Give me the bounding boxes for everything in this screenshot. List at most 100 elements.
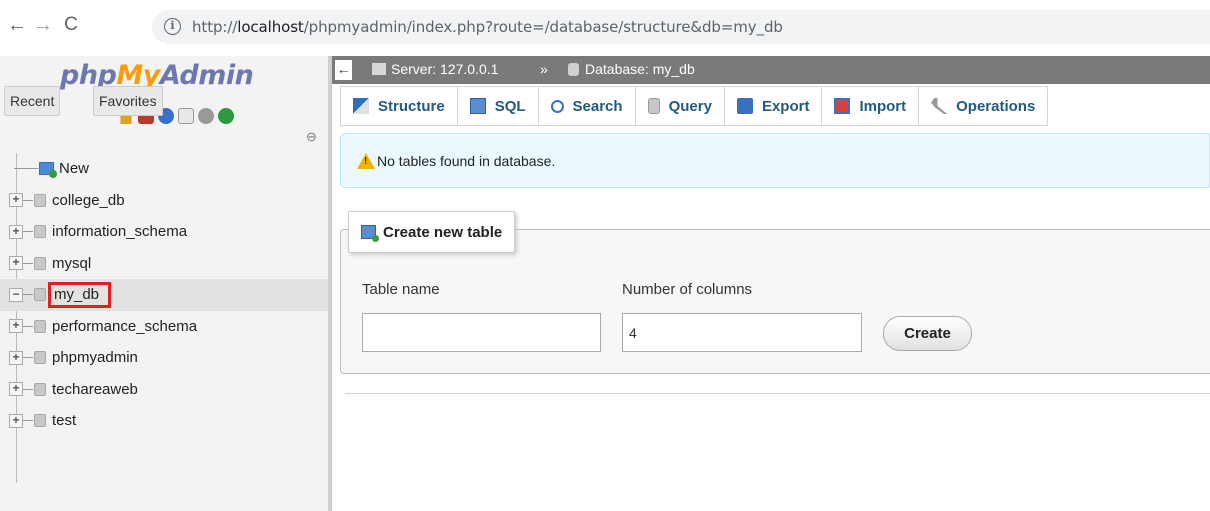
tab-sql[interactable]: SQL	[457, 86, 539, 126]
tree-item-label: test	[52, 412, 77, 430]
tab-query[interactable]: Query	[635, 86, 725, 126]
tree-item-label: mysql	[52, 254, 92, 272]
reload-navigation-icon[interactable]	[218, 108, 234, 124]
tree-connector	[23, 325, 33, 327]
database-icon	[34, 225, 46, 239]
tree-item-label: techareaweb	[52, 380, 138, 398]
tab-search-label: Search	[572, 97, 623, 115]
tree-connector	[23, 420, 33, 422]
collapse-sidebar-arrow-icon[interactable]: ←	[335, 60, 352, 80]
breadcrumb-bar: ← Server: 127.0.0.1 » Database: my_db	[332, 56, 1210, 84]
number-of-columns-input[interactable]	[622, 313, 862, 352]
tree-connector	[23, 388, 33, 390]
table-name-label: Table name	[362, 281, 440, 298]
tree-connector	[23, 262, 33, 264]
warning-icon	[357, 153, 375, 169]
database-icon	[34, 382, 46, 396]
import-icon	[834, 98, 851, 114]
main-tabs: Structure SQL Search Query Export Import…	[340, 86, 1049, 126]
database-icon	[34, 256, 46, 270]
tab-export-label: Export	[761, 97, 810, 115]
info-icon[interactable]: i	[164, 18, 181, 35]
expand-icon[interactable]: +	[9, 319, 23, 334]
server-icon	[372, 63, 386, 75]
forward-arrow-icon[interactable]: →	[32, 14, 54, 36]
favorites-button[interactable]: Favorites	[93, 86, 163, 116]
database-icon	[34, 193, 46, 207]
tree-connector	[14, 168, 38, 170]
tree-connector	[23, 357, 33, 359]
tree-item-label: phpmyadmin	[52, 349, 138, 367]
table-name-input[interactable]	[362, 313, 601, 352]
tree-item-label: New	[59, 160, 90, 178]
url-text[interactable]: http://localhost/phpmyadmin/index.php?ro…	[192, 18, 783, 36]
create-new-table-legend: Create new table	[348, 211, 516, 253]
sidebar-resize-handle[interactable]	[328, 56, 332, 511]
breadcrumb-database[interactable]: Database: my_db	[568, 61, 695, 77]
tree-item-label: information_schema	[52, 223, 188, 241]
tree-connector	[23, 294, 33, 296]
logo-admin: Admin	[159, 60, 254, 91]
link-with-main-panel-icon[interactable]: ⊖	[306, 129, 317, 145]
tab-structure[interactable]: Structure	[340, 86, 458, 126]
tab-import-label: Import	[859, 97, 907, 115]
number-of-columns-label: Number of columns	[622, 281, 753, 298]
database-label: Database: my_db	[585, 61, 695, 77]
expand-icon[interactable]: +	[9, 193, 23, 208]
tree-item-techareaweb[interactable]: + techareaweb	[0, 374, 328, 406]
tree-item-my-db[interactable]: − my_db	[0, 279, 328, 311]
create-button[interactable]: Create	[883, 316, 972, 351]
reload-icon[interactable]: C	[60, 14, 82, 36]
expand-icon[interactable]: +	[9, 256, 23, 271]
tree-item-new[interactable]: New	[0, 153, 328, 185]
tree-item-college-db[interactable]: + college_db	[0, 185, 328, 217]
database-icon	[34, 414, 46, 428]
back-arrow-icon[interactable]: ←	[6, 14, 28, 36]
tree-item-label: college_db	[52, 191, 125, 209]
tree-item-test[interactable]: + test	[0, 405, 328, 437]
tab-structure-label: Structure	[378, 97, 445, 115]
collapse-icon[interactable]: −	[9, 287, 23, 302]
database-icon	[34, 288, 46, 302]
notice-text: No tables found in database.	[377, 153, 556, 169]
breadcrumb-server[interactable]: Server: 127.0.0.1	[372, 61, 498, 77]
expand-icon[interactable]: +	[9, 350, 23, 365]
database-icon	[34, 319, 46, 333]
url-path: /phpmyadmin/index.php?route=/database/st…	[303, 18, 783, 36]
server-label: Server: 127.0.0.1	[391, 61, 499, 77]
database-icon	[34, 351, 46, 365]
database-icon	[568, 63, 579, 76]
tab-export[interactable]: Export	[724, 86, 823, 126]
browser-toolbar: ← → C i http://localhost/phpmyadmin/inde…	[0, 0, 1210, 56]
address-bar[interactable]: i http://localhost/phpmyadmin/index.php?…	[152, 10, 1210, 44]
expand-icon[interactable]: +	[9, 382, 23, 397]
recent-button[interactable]: Recent	[4, 86, 61, 116]
tree-item-mysql[interactable]: + mysql	[0, 248, 328, 280]
tab-search[interactable]: Search	[538, 86, 636, 126]
no-tables-notice: No tables found in database.	[340, 133, 1210, 188]
tree-item-label: my_db	[48, 281, 112, 308]
breadcrumb-separator: »	[540, 61, 548, 77]
legend-label: Create new table	[383, 223, 503, 241]
tab-import[interactable]: Import	[822, 86, 920, 126]
tree-item-performance-schema[interactable]: + performance_schema	[0, 311, 328, 343]
settings-gear-icon[interactable]	[198, 108, 214, 124]
wrench-icon	[931, 98, 948, 114]
divider	[345, 393, 1210, 394]
tree-item-label: performance_schema	[52, 317, 198, 335]
documentation-icon[interactable]	[178, 108, 194, 124]
url-host: localhost	[237, 18, 304, 36]
export-icon	[736, 98, 753, 114]
tab-sql-label: SQL	[494, 97, 526, 115]
query-icon	[647, 98, 660, 114]
tree-connector	[23, 231, 33, 233]
tab-query-label: Query	[668, 97, 712, 115]
expand-icon[interactable]: +	[9, 413, 23, 428]
search-icon	[550, 99, 564, 113]
tree-item-phpmyadmin[interactable]: + phpmyadmin	[0, 342, 328, 374]
tab-operations[interactable]: Operations	[919, 86, 1049, 126]
structure-icon	[353, 98, 369, 114]
tree-item-information-schema[interactable]: + information_schema	[0, 216, 328, 248]
expand-icon[interactable]: +	[9, 224, 23, 239]
url-scheme: http://	[192, 18, 238, 36]
